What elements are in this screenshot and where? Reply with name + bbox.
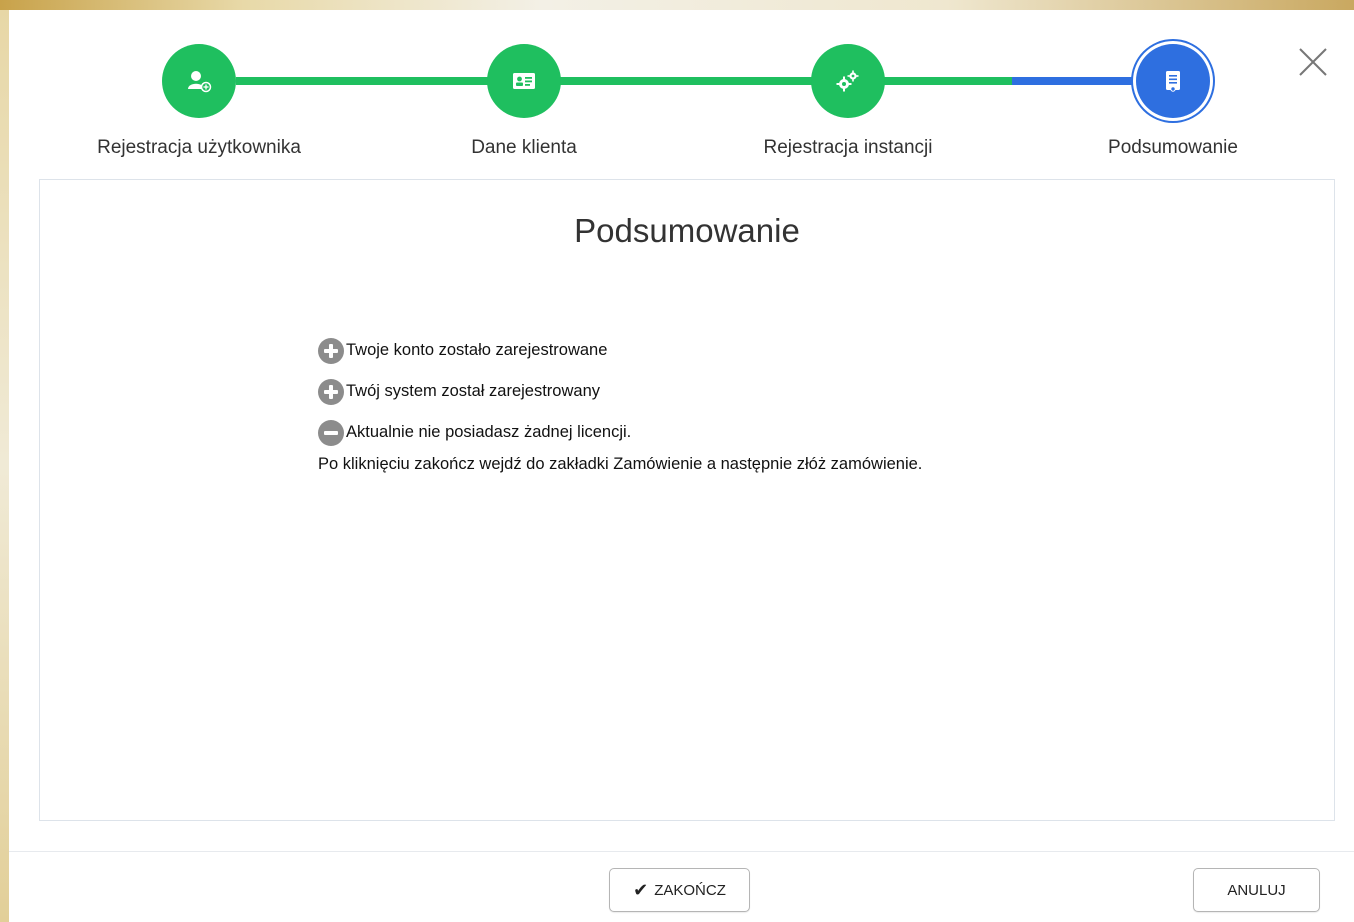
step-4-label: Podsumowanie [1108, 137, 1238, 158]
step-connector-3b [1012, 77, 1136, 85]
plus-circle-icon [318, 378, 344, 405]
background-top-strip [0, 0, 1354, 10]
checkmark-icon: ✔ [633, 880, 649, 900]
step-4-circle[interactable] [1136, 44, 1210, 118]
step-3-label: Rejestracja instancji [763, 137, 933, 158]
step-connector-1 [236, 77, 489, 85]
list-item: Twój system został zarejestrowany [318, 371, 1218, 412]
user-add-icon [188, 71, 212, 93]
summary-list: Twoje konto zostało zarejestrowane Twój … [318, 330, 1218, 474]
instruction-text: Po kliknięciu zakończ wejdź do zakładki … [318, 455, 923, 473]
summary-item-text: Twój system został zarejestrowany [346, 382, 601, 400]
finish-button-label: ZAKOŃCZ [654, 881, 726, 899]
gears-icon [836, 70, 859, 92]
footer-divider [9, 851, 1354, 852]
document-icon [1166, 71, 1180, 92]
summary-item-text: Twoje konto zostało zarejestrowane [346, 341, 608, 359]
close-button[interactable] [1296, 45, 1330, 79]
list-item: Twoje konto zostało zarejestrowane [318, 330, 1218, 371]
summary-panel: Podsumowanie Twoje konto zostało zarejes… [39, 179, 1335, 821]
step-1-label: Rejestracja użytkownika [97, 137, 301, 158]
list-item: Aktualnie nie posiadasz żadnej licencji. [318, 412, 1218, 453]
step-2-circle[interactable] [487, 44, 561, 118]
step-2-label: Dane klienta [471, 137, 577, 158]
step-1-circle[interactable] [162, 44, 236, 118]
background-left-strip [0, 10, 9, 922]
cancel-button[interactable]: ANULUJ [1193, 868, 1320, 912]
step-connector-2 [560, 77, 813, 85]
step-connector-3a [884, 77, 1012, 85]
page-title: Podsumowanie [574, 212, 800, 249]
minus-circle-icon [318, 419, 344, 446]
finish-button[interactable]: ✔ ZAKOŃCZ [609, 868, 750, 912]
close-icon [1299, 48, 1327, 76]
summary-item-text: Aktualnie nie posiadasz żadnej licencji. [346, 423, 632, 441]
id-card-icon [513, 73, 535, 89]
plus-circle-icon [318, 337, 344, 364]
step-3-circle[interactable] [811, 44, 885, 118]
